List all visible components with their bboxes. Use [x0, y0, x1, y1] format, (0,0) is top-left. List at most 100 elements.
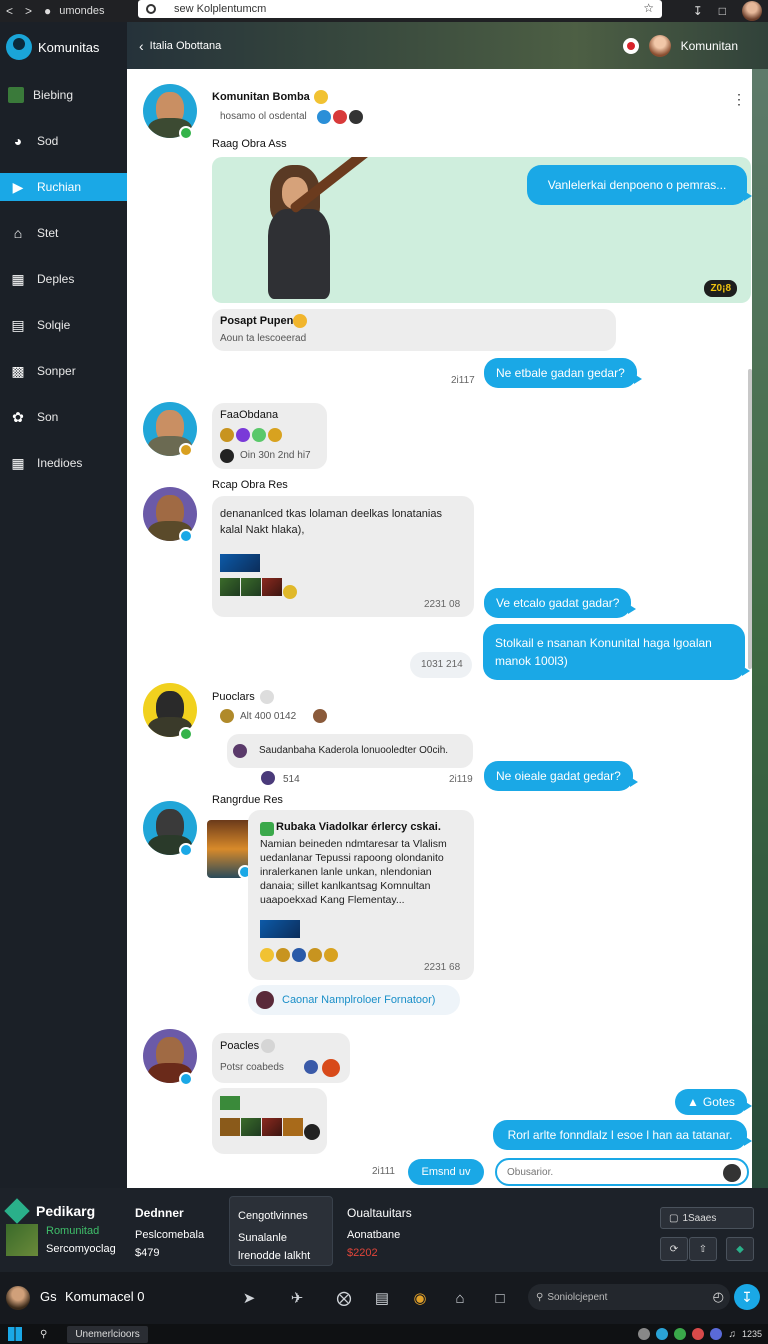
info-icon[interactable] [260, 690, 274, 704]
profile-card[interactable]: Poacles Potsr coabeds [212, 1033, 350, 1083]
sidebar-item-sonper[interactable]: ▩ Sonper [0, 348, 127, 394]
app-taskbar: Gs Komumacel 0 ➤ ✈ ⨂ ▤ ◉ ⌂ □ ⚲ Soniolcje… [0, 1272, 768, 1324]
search-icon[interactable]: ⚲ [40, 1329, 47, 1340]
sidebar-item-biebing[interactable]: Biebing [0, 72, 127, 118]
message-bubble-outgoing[interactable]: ▲ Gotes [675, 1089, 752, 1115]
widget-brand-sub2: Sercomyoclag [46, 1243, 116, 1255]
send-button[interactable]: Emsnd uv [408, 1159, 484, 1185]
back-arrow-icon[interactable]: < [6, 4, 13, 18]
message-bubble-outgoing[interactable]: Ne oieale gadat gedar? [484, 761, 638, 791]
reaction-icon [304, 1060, 318, 1074]
taskbar-search[interactable]: ⚲ Soniolcjepent ◴ [528, 1284, 730, 1310]
chat-header: ‹ Italia Obottana Komunitan [127, 22, 768, 69]
timestamp: 2i119 [449, 774, 473, 785]
timestamp: 2i117 [451, 375, 475, 386]
upload-button[interactable]: ⇧ [689, 1237, 717, 1261]
profile-avatar[interactable] [742, 1, 762, 21]
bookmark-icon[interactable]: □ [490, 1288, 510, 1308]
message-text: Gotes [702, 1095, 735, 1109]
message-bubble-incoming[interactable]: denananlced tkas lolaman deelkas lonatan… [212, 496, 474, 617]
rocket-icon[interactable]: ➤ [239, 1288, 259, 1308]
tray-icon[interactable] [656, 1328, 669, 1340]
forward-icon[interactable] [293, 314, 307, 328]
message-input[interactable] [507, 1166, 707, 1178]
message-bubble-outgoing[interactable]: Vanlelerkai denpoeno o pemras... [527, 165, 752, 205]
download-icon[interactable]: ↧ [693, 4, 703, 18]
message-bubble-incoming[interactable]: Rubaka Viadolkar érlercy cskai. Namian b… [248, 810, 474, 980]
sidebar-brand[interactable]: Komunitas [0, 22, 127, 72]
sidebar-item-son[interactable]: ✿ Son [0, 394, 127, 440]
group-pill[interactable]: Caonar Namplroloer Fornatoor) [248, 985, 460, 1015]
chart-icon: ▩ [11, 362, 25, 379]
message-input-wrapper[interactable] [495, 1158, 749, 1186]
sidebar-item-sod[interactable]: ◕ Sod [0, 118, 127, 164]
sender-name: FaaObdana [220, 409, 279, 421]
refresh-button[interactable]: ⟳ [660, 1237, 688, 1261]
quote-card[interactable]: Posapt Pupeno Aoun ta lescoeerad [212, 309, 616, 351]
header-right-label[interactable]: Komunitan [681, 39, 738, 53]
chat-panel: Komunitan Bomba hosamo ol osdental ⋮ Raa… [127, 69, 752, 1188]
sidebar-item-deples[interactable]: ▦ Deples [0, 256, 127, 302]
profile-card[interactable]: FaaObdana Oin 30n 2nd hi7 [212, 403, 327, 469]
sidebar-item-ruchian[interactable]: ▶ Ruchian [0, 173, 127, 201]
online-badge [179, 126, 193, 140]
home-icon: ⌂ [13, 225, 23, 241]
attachment-card[interactable] [212, 1088, 327, 1154]
start-icon[interactable] [8, 1327, 22, 1341]
address-bar[interactable]: sew Kolplentumcm ☆ [138, 0, 662, 18]
taskbar-label[interactable]: Komumacel 0 [65, 1289, 144, 1304]
info-icon[interactable] [261, 1039, 275, 1053]
more-options-icon[interactable]: ⋮ [732, 91, 746, 108]
timestamp: 1031 214 [421, 659, 463, 670]
tray-icon[interactable] [674, 1328, 687, 1340]
browser-tab-title[interactable]: umondes [59, 5, 139, 17]
bookmark-star-icon[interactable]: ☆ [643, 1, 654, 15]
chat-scrollbar[interactable] [748, 369, 752, 669]
book-icon[interactable]: ▤ [372, 1288, 392, 1308]
forward-arrow-icon[interactable]: > [25, 4, 32, 18]
widget-column[interactable]: Oualtauitars Aonatbane $2202 [347, 1204, 412, 1262]
reply-bubble[interactable]: Saudanbaha Kaderola lonuooledter O0cih. [227, 734, 473, 768]
message-bubble-outgoing[interactable]: Ve etcalo gadat gadar? [484, 588, 637, 618]
attachment-thumbnails [260, 920, 450, 964]
address-text[interactable]: sew Kolplentumcm [174, 3, 266, 15]
sidebar-item-stet[interactable]: ⌂ Stet [0, 210, 127, 256]
message-bubble-outgoing[interactable]: Ne etbale gadan gedar? [484, 358, 642, 388]
gold-badge-icon [314, 90, 328, 104]
widget-card[interactable]: Cengotlvinnes Sunalanle lrenodde Ialkht [229, 1196, 333, 1266]
brand-widget[interactable]: Pedikarg Romunitad Sercomyoclag [4, 1198, 116, 1258]
brand-name: Komunitas [38, 39, 100, 55]
sidebar-item-inedioes[interactable]: ▦ Inedioes [0, 440, 127, 486]
sidebar-item-solqie[interactable]: ▤ Solqie [0, 302, 127, 348]
achievement-icons [220, 426, 284, 444]
os-running-app[interactable]: Unemerlcioors [67, 1325, 148, 1343]
home-icon[interactable]: ⌂ [450, 1288, 470, 1308]
pill-text: Caonar Namplroloer Fornatoor) [282, 994, 436, 1006]
download-icon[interactable]: ↧ [734, 1284, 760, 1310]
tray-icon[interactable] [638, 1328, 651, 1340]
close-circle-icon[interactable]: ⨂ [334, 1288, 354, 1308]
coin-icon[interactable]: ◉ [410, 1288, 430, 1308]
extension-icon[interactable]: □ [719, 4, 726, 18]
attachment-thumbnails [220, 1096, 330, 1141]
widget-column[interactable]: Dednner Peslcomebala $479 [135, 1204, 204, 1262]
back-chevron-icon[interactable]: ‹ [139, 38, 144, 54]
volume-icon[interactable]: ♫ [728, 1329, 736, 1340]
message-bubble-outgoing[interactable]: Stolkail e nsanan Konunital haga lgoalan… [483, 624, 750, 680]
github-icon[interactable]: ● [44, 4, 51, 18]
user-avatar[interactable] [6, 1286, 30, 1310]
message-bubble-outgoing[interactable]: Rorl arlte fonndlalz l esoe l han aa tat… [493, 1120, 752, 1150]
shield-button[interactable]: ◆ [726, 1237, 754, 1261]
emoji-picker-icon[interactable] [723, 1164, 741, 1182]
header-avatar[interactable] [648, 34, 671, 57]
sales-button[interactable]: ▢ 1Saaes [660, 1207, 754, 1229]
sidebar: Komunitas Biebing ◕ Sod ▶ Ruchian ⌂ Stet… [0, 22, 127, 1188]
system-tray: ♫ 1235 [638, 1328, 762, 1340]
widget-line: Peslcomebala [135, 1229, 205, 1241]
plane-icon[interactable]: ✈ [287, 1288, 307, 1308]
notification-icon[interactable] [622, 37, 639, 54]
tray-icon[interactable] [710, 1328, 723, 1340]
tray-icon[interactable] [692, 1328, 705, 1340]
link-icon [260, 822, 274, 836]
character-illustration [252, 157, 382, 303]
